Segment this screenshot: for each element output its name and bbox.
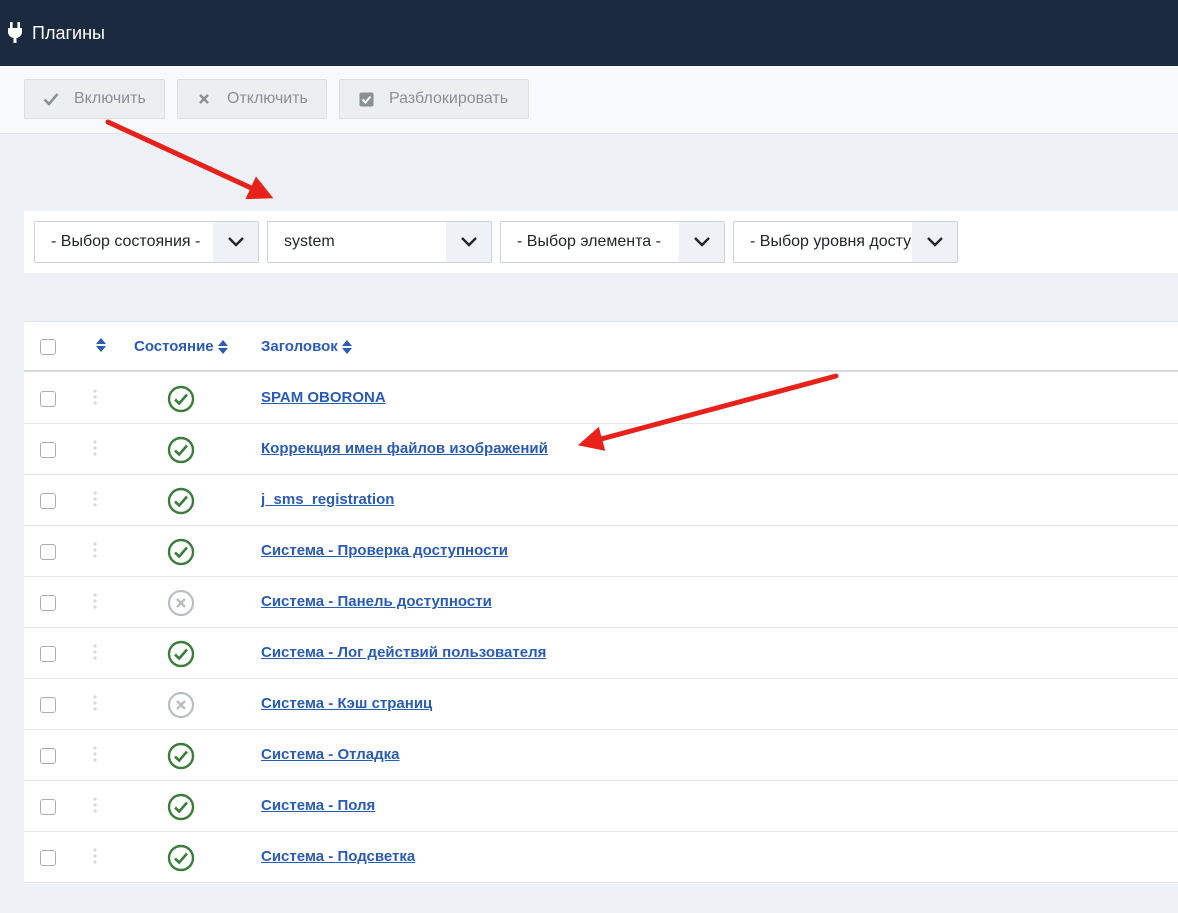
- row-checkbox[interactable]: [40, 850, 56, 866]
- drag-handle-icon[interactable]: [92, 745, 98, 765]
- drag-handle-icon[interactable]: [92, 388, 98, 408]
- table-row: Система - Подсветка: [24, 832, 1178, 883]
- plugins-table: Состояние Заголовок SPAM OBORONA Коррекци…: [24, 321, 1178, 883]
- drag-handle-icon[interactable]: [92, 439, 98, 459]
- page-title: Плагины: [32, 22, 105, 43]
- disabled-status-icon[interactable]: [167, 691, 195, 719]
- folder-filter-select[interactable]: system: [267, 221, 492, 263]
- plug-icon: [7, 22, 25, 44]
- table-row: Система - Проверка доступности: [24, 526, 1178, 577]
- row-checkbox[interactable]: [40, 493, 56, 509]
- plugin-title-link[interactable]: Система - Кэш страниц: [261, 695, 432, 712]
- plugin-title-link[interactable]: Система - Подсветка: [261, 848, 415, 865]
- checkbox-checked-icon: [357, 90, 375, 108]
- drag-handle-icon[interactable]: [92, 490, 98, 510]
- row-checkbox[interactable]: [40, 646, 56, 662]
- drag-handle-icon[interactable]: [92, 541, 98, 561]
- table-header: Состояние Заголовок: [24, 322, 1178, 372]
- table-row: Система - Панель доступности: [24, 577, 1178, 628]
- plugin-title-link[interactable]: Система - Проверка доступности: [261, 542, 508, 559]
- chevron-down-icon: [446, 222, 491, 262]
- enable-button-label: Включить: [74, 90, 146, 107]
- chevron-down-icon: [213, 222, 258, 262]
- enabled-status-icon[interactable]: [167, 742, 195, 770]
- table-row: Система - Отладка: [24, 730, 1178, 781]
- close-icon: [195, 90, 213, 108]
- enabled-status-icon[interactable]: [167, 385, 195, 413]
- element-filter-select[interactable]: - Выбор элемента -: [500, 221, 725, 263]
- plugin-title-link[interactable]: j_sms_registration: [261, 491, 394, 508]
- drag-handle-icon[interactable]: [92, 694, 98, 714]
- enabled-status-icon[interactable]: [167, 793, 195, 821]
- chevron-down-icon: [912, 222, 957, 262]
- select-all-checkbox[interactable]: [40, 339, 56, 355]
- table-row: Система - Кэш страниц: [24, 679, 1178, 730]
- sort-icon: [217, 339, 228, 354]
- drag-handle-icon[interactable]: [92, 796, 98, 816]
- table-row: j_sms_registration: [24, 475, 1178, 526]
- sort-icon: [341, 339, 352, 354]
- access-filter-value: - Выбор уровня доступа -: [750, 233, 912, 250]
- drag-handle-icon[interactable]: [92, 643, 98, 663]
- enabled-status-icon[interactable]: [167, 640, 195, 668]
- state-filter-select[interactable]: - Выбор состояния -: [34, 221, 259, 263]
- row-checkbox[interactable]: [40, 799, 56, 815]
- row-checkbox[interactable]: [40, 442, 56, 458]
- table-row: Коррекция имен файлов изображений: [24, 424, 1178, 475]
- ordering-sort-button[interactable]: [92, 338, 106, 352]
- plugin-title-link[interactable]: Система - Отладка: [261, 746, 400, 763]
- table-row: Система - Поля: [24, 781, 1178, 832]
- disabled-status-icon[interactable]: [167, 589, 195, 617]
- plugin-title-link[interactable]: SPAM OBORONA: [261, 389, 386, 406]
- plugin-title-link[interactable]: Система - Лог действий пользователя: [261, 644, 546, 661]
- state-filter-value: - Выбор состояния -: [51, 233, 201, 250]
- enabled-status-icon[interactable]: [167, 538, 195, 566]
- disable-button-label: Отключить: [227, 90, 308, 107]
- element-filter-value: - Выбор элемента -: [517, 233, 661, 250]
- unlock-button[interactable]: Разблокировать: [339, 79, 529, 119]
- plugin-title-link[interactable]: Система - Панель доступности: [261, 593, 492, 610]
- access-filter-select[interactable]: - Выбор уровня доступа -: [733, 221, 958, 263]
- disable-button[interactable]: Отключить: [177, 79, 327, 119]
- app-header: Плагины: [0, 0, 1178, 66]
- row-checkbox[interactable]: [40, 391, 56, 407]
- unlock-button-label: Разблокировать: [389, 90, 509, 107]
- plugin-title-link[interactable]: Коррекция имен файлов изображений: [261, 440, 548, 457]
- row-checkbox[interactable]: [40, 595, 56, 611]
- check-icon: [42, 90, 60, 108]
- folder-filter-value: system: [284, 233, 335, 250]
- filter-bar: - Выбор состояния - system - Выбор элеме…: [24, 211, 1178, 273]
- plugin-title-link[interactable]: Система - Поля: [261, 797, 375, 814]
- enabled-status-icon[interactable]: [167, 487, 195, 515]
- table-row: Система - Лог действий пользователя: [24, 628, 1178, 679]
- title-column-label: Заголовок: [261, 338, 338, 355]
- toolbar: Включить Отключить Разблокировать: [0, 66, 1178, 134]
- chevron-down-icon: [679, 222, 724, 262]
- row-checkbox[interactable]: [40, 697, 56, 713]
- row-checkbox[interactable]: [40, 544, 56, 560]
- drag-handle-icon[interactable]: [92, 592, 98, 612]
- enable-button[interactable]: Включить: [24, 79, 165, 119]
- state-column-header[interactable]: Состояние: [134, 338, 228, 355]
- sort-icon: [96, 338, 106, 352]
- title-column-header[interactable]: Заголовок: [261, 338, 352, 355]
- row-checkbox[interactable]: [40, 748, 56, 764]
- enabled-status-icon[interactable]: [167, 844, 195, 872]
- enabled-status-icon[interactable]: [167, 436, 195, 464]
- state-column-label: Состояние: [134, 338, 214, 355]
- table-row: SPAM OBORONA: [24, 373, 1178, 424]
- drag-handle-icon[interactable]: [92, 847, 98, 867]
